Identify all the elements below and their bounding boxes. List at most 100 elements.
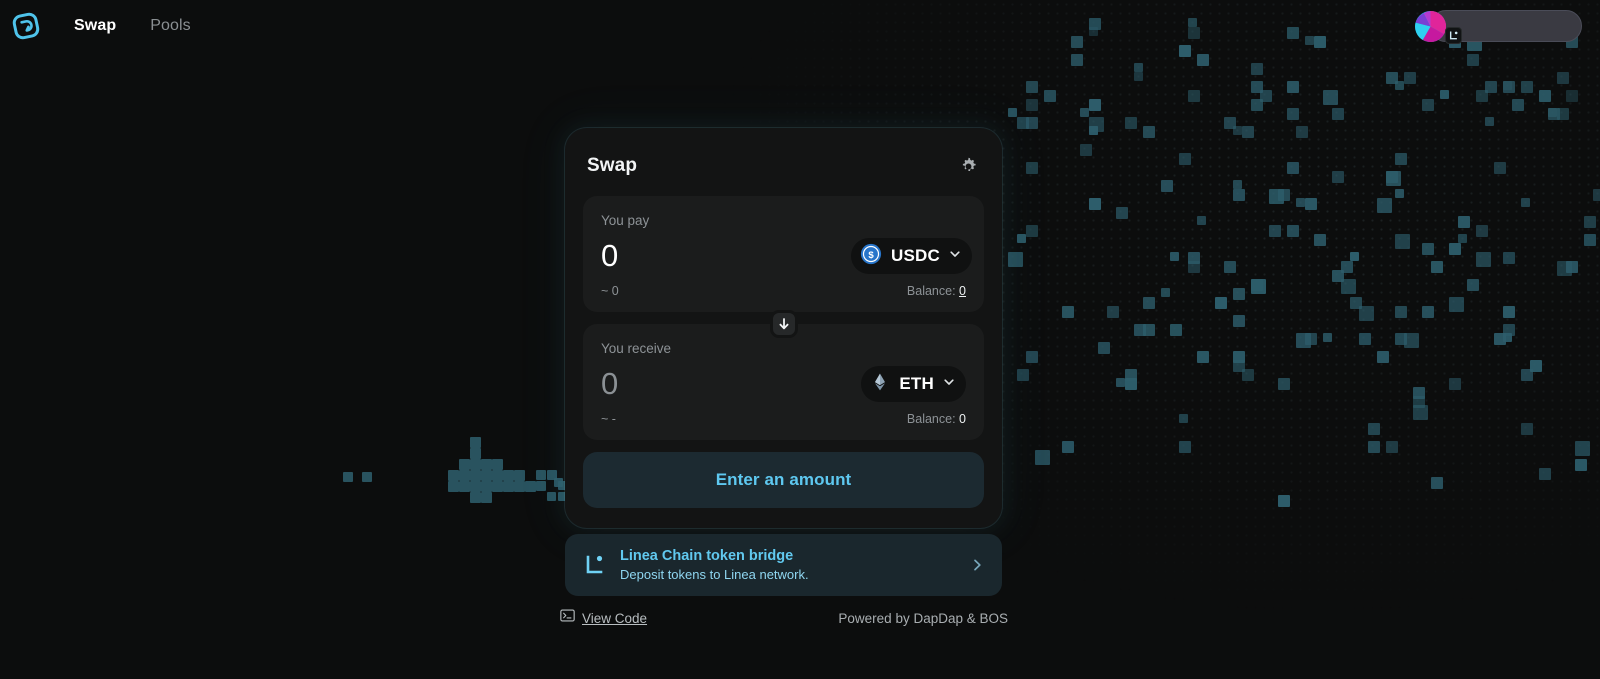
background-pixel (1350, 297, 1362, 309)
background-pixel (1197, 216, 1206, 225)
receive-amount-input[interactable] (601, 364, 851, 404)
background-pixel (1575, 441, 1590, 456)
background-pixel (1251, 63, 1263, 75)
background-pixel (1116, 207, 1128, 219)
background-pixel (1143, 297, 1155, 309)
chevron-right-icon[interactable] (968, 556, 986, 574)
background-pixel (1026, 225, 1038, 237)
nav-link-pools[interactable]: Pools (150, 17, 191, 35)
background-pixel (1503, 81, 1515, 93)
background-pixel (1296, 126, 1308, 138)
background-pixel (1125, 369, 1137, 381)
background-pixel (1530, 360, 1542, 372)
background-pixel (1251, 99, 1263, 111)
bridge-text-block: Linea Chain token bridge Deposit tokens … (620, 547, 968, 584)
background-pixel (1557, 72, 1569, 84)
background-pixel (1395, 189, 1404, 198)
background-pixel (1188, 261, 1200, 273)
nav-link-swap[interactable]: Swap (74, 17, 116, 35)
chevron-down-icon (943, 375, 955, 393)
pay-panel: You pay $ USDC (583, 196, 984, 312)
background-pixel (1341, 279, 1356, 294)
receive-panel-footer: ~ - Balance: 0 (601, 412, 966, 426)
bridge-title: Linea Chain token bridge (620, 547, 794, 564)
switch-direction-button[interactable] (769, 310, 798, 338)
background-pixel (1224, 261, 1236, 273)
background-pixel (470, 437, 481, 448)
background-pixel (503, 481, 514, 492)
pay-amount-input[interactable] (601, 236, 851, 276)
receive-balance-label: Balance: (906, 412, 956, 426)
linea-logo-icon (583, 552, 609, 578)
pay-token-selector[interactable]: $ USDC (851, 238, 972, 274)
background-pixel (1080, 144, 1092, 156)
background-pixel (1170, 252, 1179, 261)
background-pixel (1161, 180, 1173, 192)
pay-balance-value[interactable]: 0 (959, 284, 966, 298)
pay-balance: Balance: 0 (907, 284, 966, 298)
usdc-icon: $ (860, 243, 882, 270)
background-pixel (1089, 117, 1104, 132)
background-pixel (1332, 171, 1344, 183)
background-pixel (470, 481, 481, 492)
background-pixel (1323, 90, 1338, 105)
background-pixel (554, 478, 563, 487)
background-pixel (1368, 423, 1380, 435)
receive-token-selector[interactable]: ETH (861, 366, 966, 402)
background-pixel (1242, 126, 1254, 138)
background-pixel (1233, 288, 1245, 300)
background-pixel (1503, 333, 1512, 342)
background-pixel (470, 459, 481, 470)
background-pixel (1017, 234, 1026, 243)
background-pixel (1584, 216, 1596, 228)
background-pixel (481, 459, 492, 470)
swap-action-button[interactable]: Enter an amount (583, 452, 984, 508)
background-pixel (1269, 189, 1284, 204)
background-pixel (1395, 306, 1407, 318)
view-code-link[interactable]: View Code (560, 608, 647, 628)
background-pixel (1485, 117, 1494, 126)
background-pixel (525, 481, 536, 492)
background-pixel (1008, 252, 1023, 267)
background-pixel (1395, 153, 1407, 165)
background-pixel (1296, 198, 1305, 207)
background-pixel (1503, 252, 1515, 264)
background-pixel (1026, 81, 1038, 93)
background-pixel (1566, 261, 1578, 273)
svg-text:$: $ (868, 249, 874, 260)
background-pixel (1422, 306, 1434, 318)
receive-token-symbol: ETH (899, 374, 934, 393)
background-pixel (1233, 126, 1242, 135)
background-pixel (1116, 378, 1125, 387)
background-pixel (1593, 189, 1600, 201)
bridge-subtitle: Deposit tokens to Linea network. (620, 566, 809, 582)
background-pixel (1413, 387, 1425, 399)
top-navigation-bar: Swap Pools (0, 0, 1600, 52)
background-pixel (536, 470, 546, 480)
background-pixel (1503, 81, 1512, 90)
chevron-down-icon (949, 247, 961, 265)
app-root: Swap Pools Swap You pay 0 $ USDC ~ 0 Bal… (0, 0, 1600, 679)
background-pixel (448, 481, 459, 492)
linea-bridge-banner[interactable]: Linea Chain token bridge Deposit tokens … (565, 534, 1002, 596)
background-pixel (481, 492, 492, 503)
background-pixel (1089, 198, 1101, 210)
receive-approx-value: ~ - (601, 412, 616, 426)
background-pixel (492, 470, 503, 481)
background-pixel (481, 481, 492, 492)
background-pixel (1251, 279, 1263, 291)
background-pixel (1305, 333, 1317, 345)
background-pixel (1359, 333, 1371, 345)
background-pixel (1233, 189, 1245, 201)
background-pixel (1278, 495, 1290, 507)
dapdap-logo-icon[interactable] (10, 10, 42, 42)
background-pixel (1467, 54, 1479, 66)
background-pixel (1413, 405, 1428, 420)
background-pixel (1503, 324, 1515, 336)
background-pixel (1548, 108, 1560, 120)
background-pixel (1062, 441, 1074, 453)
background-pixel (1440, 90, 1449, 99)
gear-icon[interactable] (956, 154, 980, 178)
background-pixel (1476, 225, 1488, 237)
background-pixel (1512, 99, 1524, 111)
